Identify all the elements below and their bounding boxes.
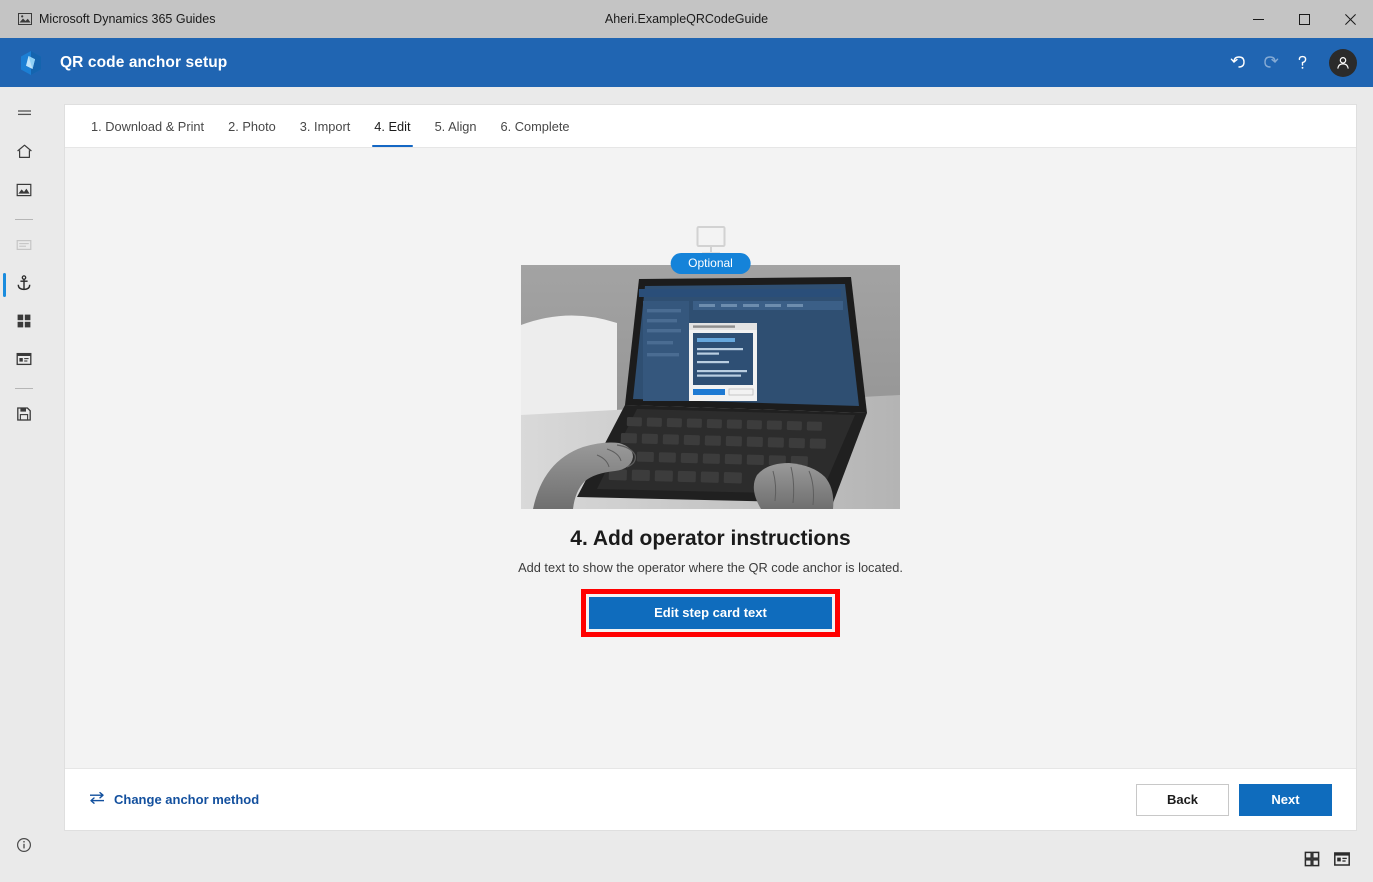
header-actions — [1223, 46, 1373, 80]
menu-hamburger-icon — [16, 105, 33, 127]
sidebar-item-media[interactable] — [0, 173, 48, 211]
rail-divider — [15, 219, 33, 220]
dynamics-guides-logo — [16, 48, 46, 78]
tab-import[interactable]: 3. Import — [288, 105, 363, 147]
step-heading: 4. Add operator instructions — [570, 527, 851, 550]
page-title: QR code anchor setup — [60, 53, 228, 71]
tab-label: 3. Import — [299, 118, 351, 134]
title-bar-left: Microsoft Dynamics 365 Guides — [0, 12, 420, 26]
tab-label: 6. Complete — [500, 118, 570, 134]
close-button[interactable] — [1327, 0, 1373, 38]
tab-label: 2. Photo — [228, 118, 276, 134]
primary-action-wrap: Edit step card text — [581, 588, 840, 637]
tab-download-print[interactable]: 1. Download & Print — [79, 105, 216, 147]
minimize-button[interactable] — [1235, 0, 1281, 38]
tab-align[interactable]: 5. Align — [423, 105, 489, 147]
wizard-tabs: 1. Download & Print 2. Photo 3. Import 4… — [65, 105, 1356, 148]
undo-icon[interactable] — [1223, 46, 1253, 80]
card-view-icon[interactable] — [1327, 844, 1357, 874]
redo-icon[interactable] — [1255, 46, 1285, 80]
sidebar-item-info[interactable] — [0, 828, 48, 866]
wizard-footer: Change anchor method Back Next — [65, 768, 1356, 830]
hero-block: Optional 4. Add operator instructions Ad… — [501, 225, 921, 637]
tab-label: 4. Edit — [374, 118, 411, 134]
title-bar: Microsoft Dynamics 365 Guides Aheri.Exam… — [0, 0, 1373, 38]
sidebar-item-menu[interactable] — [0, 97, 48, 135]
sidebar-item-steps-grid[interactable] — [0, 304, 48, 342]
media-wrap: Optional — [521, 253, 900, 509]
sidebar-item-anchor[interactable] — [0, 266, 48, 304]
wizard-content: Optional 4. Add operator instructions Ad… — [65, 148, 1356, 768]
back-button[interactable]: Back — [1136, 783, 1229, 816]
maximize-button[interactable] — [1281, 0, 1327, 38]
status-bar — [48, 835, 1373, 882]
next-button[interactable]: Next — [1239, 783, 1332, 816]
save-icon — [15, 405, 33, 428]
step-description: Add text to show the operator where the … — [518, 560, 903, 575]
app-header: QR code anchor setup — [0, 38, 1373, 87]
grid-view-icon[interactable] — [1297, 844, 1327, 874]
change-anchor-method-label: Change anchor method — [114, 792, 260, 807]
sidebar-item-card-panel[interactable] — [0, 342, 48, 380]
edit-step-card-text-button[interactable]: Edit step card text — [589, 596, 832, 629]
rail-divider-2 — [15, 388, 33, 389]
sidebar-item-save[interactable] — [0, 397, 48, 435]
sidebar-item-home[interactable] — [0, 135, 48, 173]
swap-arrows-icon — [89, 791, 105, 808]
step-card-icon — [15, 236, 33, 259]
help-icon[interactable] — [1287, 46, 1317, 80]
app-photo-icon — [18, 12, 32, 26]
tab-edit[interactable]: 4. Edit — [362, 105, 422, 147]
instruction-photo — [521, 265, 900, 509]
sidebar-item-step-card — [0, 228, 48, 266]
window-controls — [953, 0, 1373, 38]
avatar[interactable] — [1329, 48, 1357, 77]
document-title: Aheri.ExampleQRCodeGuide — [604, 12, 769, 26]
change-anchor-method-link[interactable]: Change anchor method — [89, 791, 259, 808]
left-rail — [0, 87, 48, 882]
tab-label: 5. Align — [434, 118, 477, 134]
workspace: 1. Download & Print 2. Photo 3. Import 4… — [48, 87, 1373, 882]
anchor-icon — [15, 274, 33, 297]
image-icon — [15, 181, 33, 204]
info-icon — [15, 836, 33, 859]
status-badge: Optional — [670, 253, 751, 274]
app-title: Microsoft Dynamics 365 Guides — [39, 12, 216, 26]
tab-label: 1. Download & Print — [91, 118, 205, 134]
tab-photo[interactable]: 2. Photo — [216, 105, 288, 147]
card-panel-icon — [15, 350, 33, 373]
home-icon — [15, 142, 34, 166]
tab-complete[interactable]: 6. Complete — [489, 105, 582, 147]
wizard-panel: 1. Download & Print 2. Photo 3. Import 4… — [64, 104, 1357, 831]
grid-icon — [15, 312, 33, 335]
